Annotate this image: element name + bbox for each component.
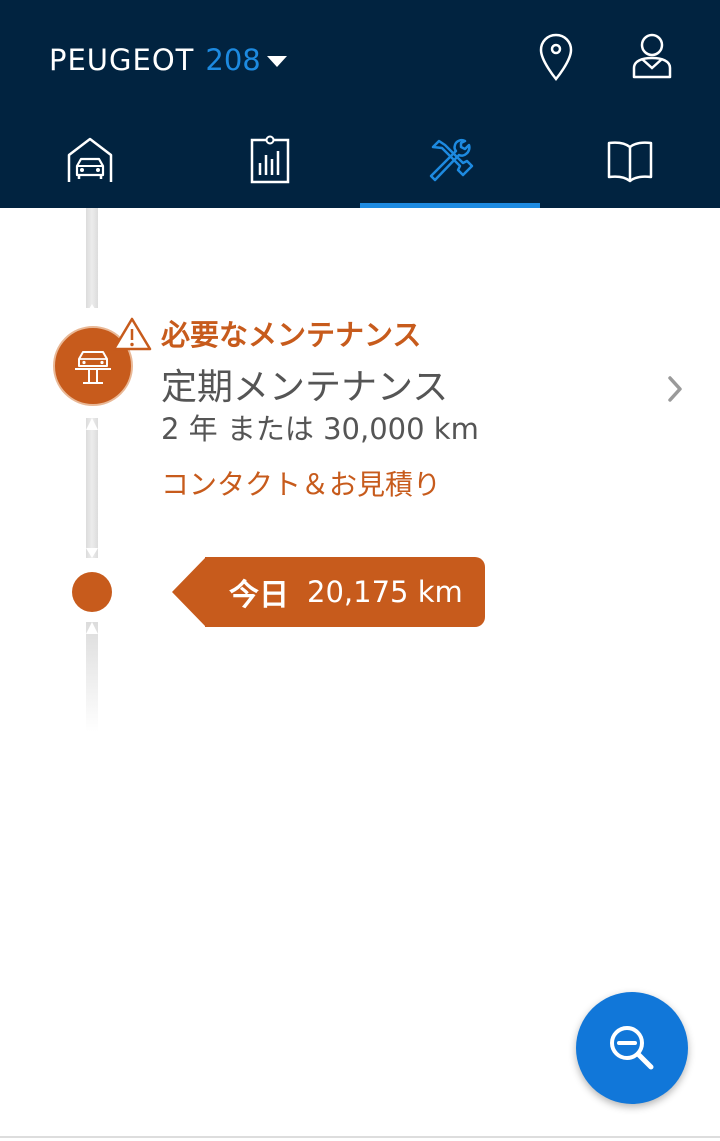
timeline-notch	[86, 418, 98, 430]
dashboard-chart-icon	[250, 135, 290, 184]
today-label: 今日	[229, 578, 289, 613]
brand-name: PEUGEOT	[49, 43, 195, 77]
main-tabs	[0, 120, 720, 208]
vehicle-selector[interactable]: PEUGEOT 208	[49, 40, 287, 80]
timeline-notch	[86, 304, 98, 314]
tab-dashboard[interactable]	[180, 120, 360, 208]
maintenance-tools-icon	[429, 138, 474, 182]
today-badge: 今日 20,175 km	[172, 557, 485, 627]
tab-manual[interactable]	[540, 120, 720, 208]
badge-body: 今日 20,175 km	[205, 557, 485, 627]
maintenance-interval: 2 年 または 30,000 km	[161, 412, 479, 446]
location-pin-icon[interactable]	[536, 32, 576, 82]
warning-icon	[112, 317, 152, 351]
today-node	[72, 572, 112, 612]
manual-book-icon	[607, 141, 653, 183]
tab-garage[interactable]	[0, 120, 180, 208]
bottom-divider	[0, 1136, 720, 1138]
timeline-notch	[86, 548, 98, 558]
badge-pointer	[172, 557, 206, 627]
contact-quote-link[interactable]: コンタクト＆お見積り	[161, 463, 441, 503]
user-account-icon[interactable]	[630, 32, 674, 80]
app-header: PEUGEOT 208	[0, 0, 720, 208]
caret-down-icon	[266, 55, 287, 67]
model-name: 208	[205, 43, 261, 77]
maintenance-status: 必要なメンテナンス	[161, 318, 422, 352]
timeline-track	[86, 622, 98, 732]
zoom-out-icon	[610, 1026, 654, 1070]
timeline-track	[86, 208, 98, 308]
maintenance-title: 定期メンテナンス	[161, 367, 449, 408]
chevron-right-icon[interactable]	[664, 372, 686, 406]
zoom-out-button[interactable]	[576, 992, 688, 1104]
timeline-track	[86, 418, 98, 558]
garage-car-icon	[67, 137, 113, 182]
car-lift-icon	[75, 351, 111, 384]
current-mileage: 20,175 km	[307, 575, 463, 609]
timeline-notch	[86, 622, 98, 634]
tab-maintenance[interactable]	[360, 120, 540, 208]
